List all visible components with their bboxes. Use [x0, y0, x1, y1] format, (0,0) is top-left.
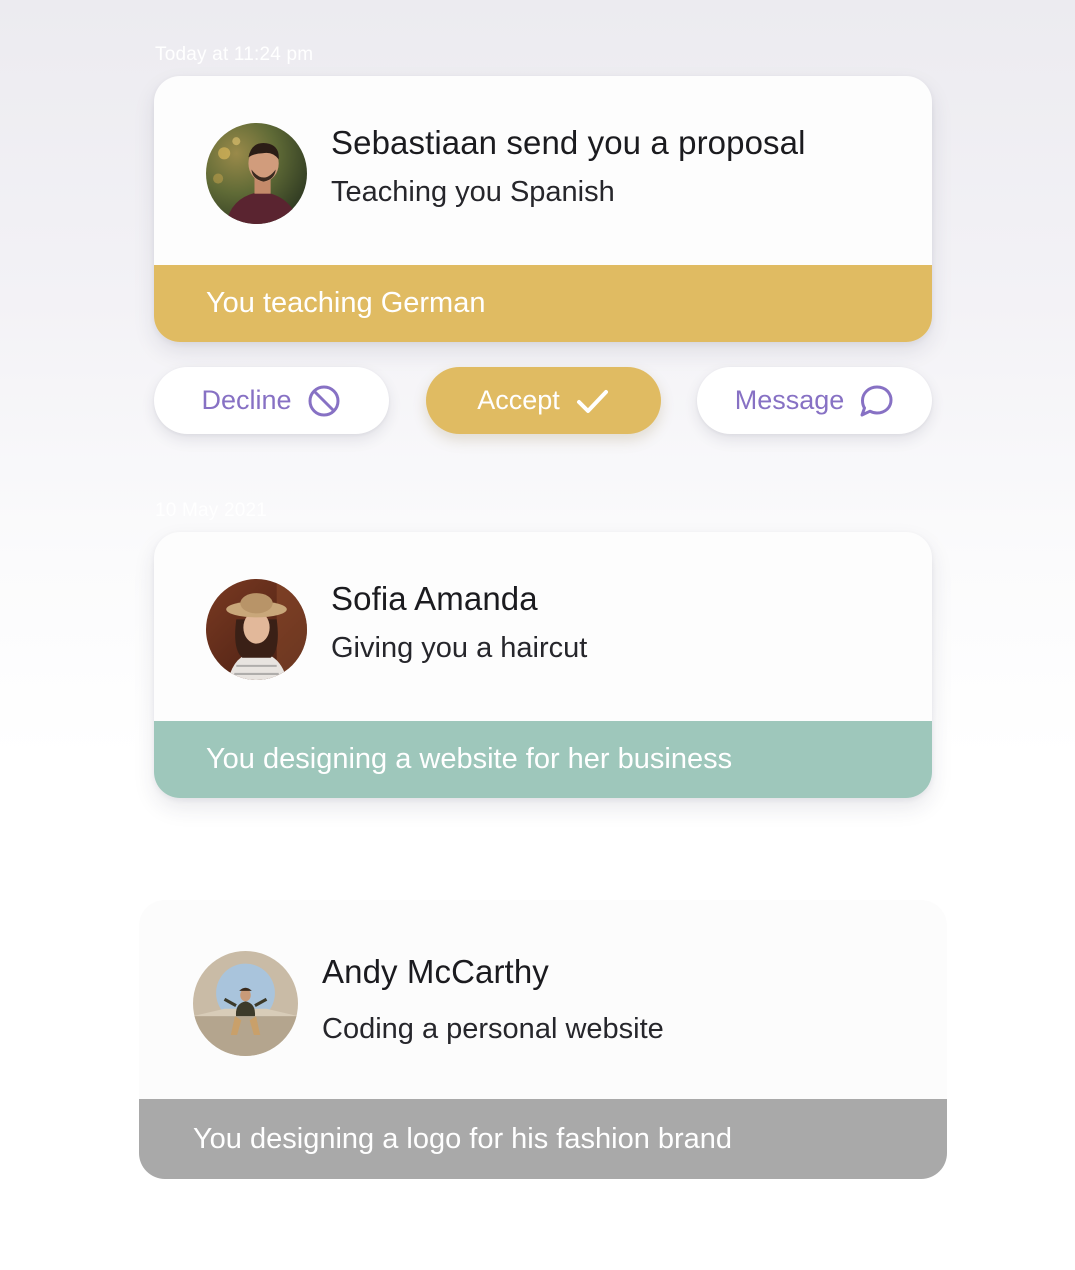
message-label: Message	[734, 385, 845, 415]
decline-button[interactable]: Decline	[154, 367, 389, 434]
woman-portrait-photo	[206, 579, 307, 680]
accept-button[interactable]: Accept	[426, 367, 661, 434]
exchange-banner: You designing a website for her business	[154, 721, 932, 798]
person-name: Sofia Amanda	[331, 580, 538, 617]
exchange-banner: You teaching German	[154, 265, 932, 342]
man-portrait-photo	[206, 123, 307, 224]
exchange-card[interactable]: Sofia Amanda Giving you a haircut You de…	[154, 532, 932, 798]
person-name: Andy McCarthy	[322, 953, 549, 990]
exchange-card[interactable]: Andy McCarthy Coding a personal website …	[139, 900, 947, 1179]
check-icon	[574, 383, 610, 419]
accept-label: Accept	[477, 385, 560, 415]
proposal-card[interactable]: Sebastiaan send you a proposal Teaching …	[154, 76, 932, 342]
offer-description: Coding a personal website	[322, 1013, 664, 1045]
offer-description: Teaching you Spanish	[331, 176, 615, 208]
timestamp: Today at 11:24 pm	[155, 44, 314, 65]
avatar	[206, 579, 307, 680]
chat-bubble-icon	[858, 383, 894, 419]
timestamp: 10 May 2021	[155, 500, 268, 521]
proposal-title: Sebastiaan send you a proposal	[331, 124, 806, 161]
offer-description: Giving you a haircut	[331, 632, 588, 664]
message-button[interactable]: Message	[697, 367, 932, 434]
avatar	[193, 951, 298, 1056]
man-sitting-photo	[193, 951, 298, 1056]
avatar	[206, 123, 307, 224]
decline-label: Decline	[201, 385, 292, 415]
exchange-banner: You designing a logo for his fashion bra…	[139, 1099, 947, 1179]
block-icon	[306, 383, 342, 419]
